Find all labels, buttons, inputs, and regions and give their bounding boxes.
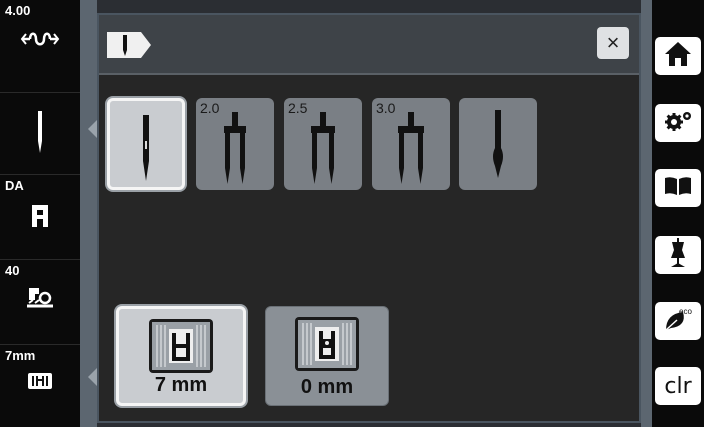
stitch-plate-7mm-icon <box>149 319 213 373</box>
creative-consultant-button[interactable] <box>655 236 701 274</box>
home-button[interactable] <box>655 37 701 75</box>
needle-option-single[interactable] <box>107 98 185 190</box>
settings-button[interactable] <box>655 104 701 142</box>
stitch-width-button[interactable]: 4.00 <box>0 0 80 93</box>
screen-frame-left <box>80 0 97 427</box>
needle-plate-dialog: × 2.0 2.5 3.0 7 mm 0 mm <box>97 13 641 423</box>
needle-tab-icon <box>107 32 151 58</box>
presser-foot-pressure-button[interactable]: 40 <box>0 260 80 345</box>
stitch-plate-0mm-icon <box>295 317 359 371</box>
stitch-plate-option-7mm[interactable]: 7 mm <box>116 306 246 406</box>
needle-option-twin-3-0[interactable]: 3.0 <box>372 98 450 190</box>
clear-icon: clr <box>664 373 692 399</box>
tutorial-book-icon <box>664 176 692 201</box>
clear-button[interactable]: clr <box>655 367 701 405</box>
presser-foot-pressure-icon <box>0 286 80 312</box>
presser-foot-pressure-value: 40 <box>5 263 20 278</box>
dress-form-icon <box>667 237 689 273</box>
single-needle-icon <box>143 115 149 181</box>
presser-foot-button[interactable]: DA <box>0 175 80 260</box>
twin-needle-icon <box>224 112 246 184</box>
dialog-header: × <box>99 15 639 75</box>
settings-icon <box>663 110 693 137</box>
stitch-plate-value: 7mm <box>5 348 36 363</box>
stitch-plate-icon <box>0 373 80 389</box>
needle-option-twin-2-5[interactable]: 2.5 <box>284 98 362 190</box>
close-button[interactable]: × <box>597 27 629 59</box>
stitch-width-value: 4.00 <box>5 3 31 18</box>
eco-text: eco <box>679 307 692 316</box>
stitch-plate-button[interactable]: 7mm <box>0 345 80 427</box>
plate-indicator-pointer <box>88 368 97 386</box>
home-icon <box>664 41 692 72</box>
screen-frame-right <box>641 0 652 427</box>
twin-needle-icon <box>398 112 424 184</box>
tutorial-button[interactable] <box>655 169 701 207</box>
right-sidebar: eco clr <box>652 0 704 427</box>
stitch-plate-option-0mm[interactable]: 0 mm <box>265 306 389 406</box>
needle-option-wing[interactable] <box>459 98 537 190</box>
needle-select-button[interactable] <box>0 93 80 175</box>
needle-option-twin-2-0[interactable]: 2.0 <box>196 98 274 190</box>
presser-foot-value: DA <box>5 178 24 193</box>
eco-mode-icon: eco <box>663 306 693 337</box>
left-sidebar: 4.00 DA 40 7mm <box>0 0 80 427</box>
stitch-plate-label: 0 mm <box>300 376 354 398</box>
needle-icon <box>0 111 80 153</box>
needle-indicator-pointer <box>88 120 97 138</box>
stitch-width-icon <box>0 28 80 50</box>
presser-foot-icon <box>0 205 80 227</box>
wing-needle-icon <box>493 110 503 178</box>
stitch-plate-label: 7 mm <box>154 374 208 396</box>
twin-needle-icon <box>311 112 335 184</box>
eco-button[interactable]: eco <box>655 302 701 340</box>
